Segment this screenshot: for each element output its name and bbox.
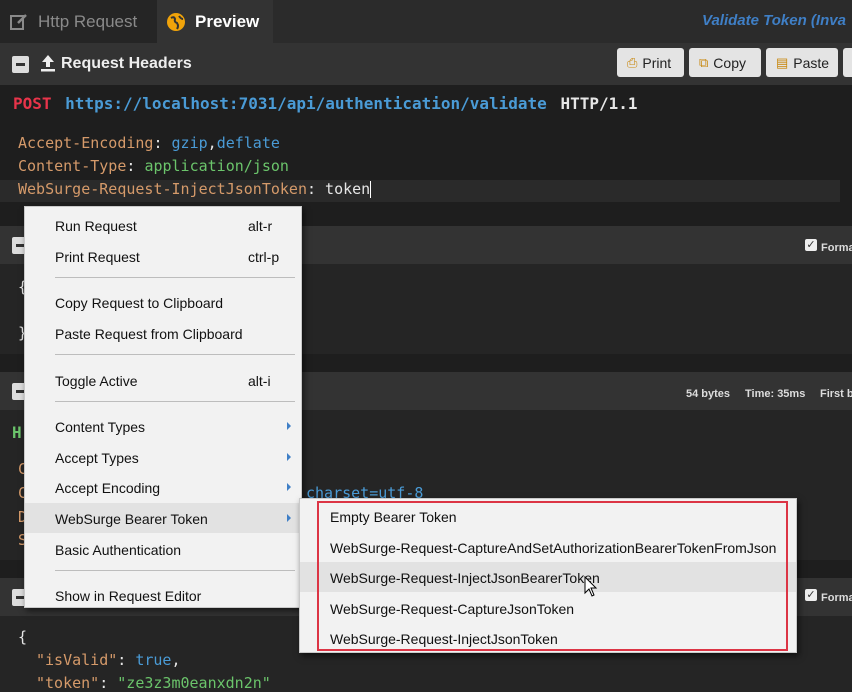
tab-http-request[interactable]: Http Request [0, 0, 157, 43]
header-line: Accept-Encoding: gzip,deflate [18, 134, 280, 152]
format-label: Forma [821, 242, 852, 254]
print-icon: ⎙ [627, 54, 638, 70]
response-body-open-brace: { [18, 628, 28, 646]
paste-icon: ▤ [776, 54, 789, 70]
tab-bar: Http Request Preview Validate Token (Inv… [0, 0, 852, 43]
json-line: "token": "ze3z3m0eanxdn2n" [36, 674, 271, 692]
edit-icon [8, 11, 30, 33]
json-value: "ze3z3m0eanxdn2n" [117, 674, 271, 692]
request-method: POST [13, 94, 52, 113]
menu-item-shortcut: alt-i [248, 373, 271, 389]
menu-item-shortcut: ctrl-p [248, 249, 280, 265]
menu-item-label: Copy Request to Clipboard [55, 295, 224, 311]
json-key: "isValid" [36, 651, 118, 669]
request-headers-title: Request Headers [61, 55, 192, 72]
json-separator: , [171, 651, 181, 669]
copy-button-label: Copy [713, 54, 746, 71]
menu-item-shortcut: alt-r [248, 218, 273, 234]
text-cursor [370, 181, 372, 198]
menu-item-label: Accept Encoding [55, 480, 161, 496]
menu-item-basic-authentication[interactable]: Basic Authentication [25, 534, 301, 564]
menu-item-label: Print Request [55, 249, 140, 265]
submenu-arrow-icon [287, 483, 291, 491]
menu-item-label: Basic Authentication [55, 542, 182, 558]
menu-item-label: Content Types [55, 419, 146, 435]
menu-separator [55, 354, 295, 355]
globe-icon [165, 11, 187, 33]
header-value: deflate [216, 134, 280, 152]
menu-item-label: Accept Types [55, 450, 139, 466]
menu-item-label: Run Request [55, 218, 137, 234]
menu-item-print-request[interactable]: Print Request ctrl-p [25, 241, 301, 271]
highlight-box [317, 501, 788, 651]
header-value-separator: , [207, 134, 217, 152]
response-status: H [12, 423, 22, 442]
tab-http-request-label: Http Request [38, 11, 138, 31]
json-key: "token" [36, 674, 100, 692]
paste-button[interactable]: ▤ Paste [766, 48, 838, 77]
submenu-arrow-icon [287, 514, 291, 522]
format-checkbox[interactable]: ✓ [805, 239, 817, 251]
menu-item-copy-request[interactable]: Copy Request to Clipboard [25, 287, 301, 317]
format-checkbox[interactable]: ✓ [805, 589, 817, 601]
menu-item-accept-encoding[interactable]: Accept Encoding [25, 472, 301, 502]
request-line: POST https://localhost:7031/api/authenti… [13, 94, 638, 113]
request-headers-bar: Request Headers ⎙ Print ⧉ Copy ▤ Paste [0, 43, 852, 85]
tab-preview-label: Preview [195, 11, 260, 31]
request-title: Validate Token (Inva [702, 12, 846, 29]
json-line: "isValid": true, [36, 651, 181, 669]
print-button[interactable]: ⎙ Print [617, 48, 684, 77]
header-value: application/json [144, 157, 289, 175]
header-key: WebSurge-Request-InjectJsonToken [18, 180, 307, 198]
more-button[interactable] [843, 48, 852, 77]
context-menu: Run Request alt-r Print Request ctrl-p C… [24, 206, 302, 608]
request-headers-editor[interactable]: Accept-Encoding: gzip,deflate Content-Ty… [0, 123, 852, 203]
format-label: Forma [821, 592, 852, 604]
menu-item-label: Paste Request from Clipboard [55, 326, 243, 342]
response-time: Time: 35ms [745, 388, 806, 400]
menu-item-label: Show in Request Editor [55, 588, 202, 604]
menu-item-toggle-active[interactable]: Toggle Active alt-i [25, 365, 301, 395]
response-first-byte: First by [820, 388, 852, 400]
copy-icon: ⧉ [699, 54, 709, 70]
mouse-cursor-icon [584, 575, 598, 603]
menu-separator [55, 277, 295, 278]
menu-item-label: WebSurge Bearer Token [55, 511, 208, 527]
header-key: Accept-Encoding [18, 134, 154, 152]
menu-item-content-types[interactable]: Content Types [25, 411, 301, 441]
tab-preview[interactable]: Preview [157, 0, 273, 43]
header-value: token [325, 180, 371, 198]
request-protocol: HTTP/1.1 [560, 94, 638, 113]
header-line: Content-Type: application/json [18, 157, 289, 175]
paste-button-label: Paste [793, 54, 830, 71]
request-url: https://localhost:7031/api/authenticatio… [65, 94, 547, 113]
header-key: Content-Type [18, 157, 127, 175]
header-line: WebSurge-Request-InjectJsonToken: token [0, 180, 840, 202]
header-value: gzip [171, 134, 208, 152]
menu-item-paste-request[interactable]: Paste Request from Clipboard [25, 318, 301, 348]
menu-item-label: Toggle Active [55, 373, 138, 389]
menu-separator [55, 401, 295, 402]
submenu-arrow-icon [287, 453, 291, 461]
menu-item-run-request[interactable]: Run Request alt-r [25, 210, 301, 240]
menu-item-websurge-bearer-token[interactable]: WebSurge Bearer Token [25, 503, 301, 533]
copy-button[interactable]: ⧉ Copy [689, 48, 761, 77]
print-button-label: Print [642, 54, 672, 71]
json-value: true [135, 651, 172, 669]
menu-separator [55, 570, 295, 571]
upload-icon [40, 54, 56, 77]
collapse-icon[interactable] [12, 56, 29, 73]
menu-item-show-in-request-editor[interactable]: Show in Request Editor [25, 580, 301, 610]
response-size: 54 bytes [686, 388, 731, 400]
menu-item-accept-types[interactable]: Accept Types [25, 442, 301, 472]
submenu-arrow-icon [287, 422, 291, 430]
